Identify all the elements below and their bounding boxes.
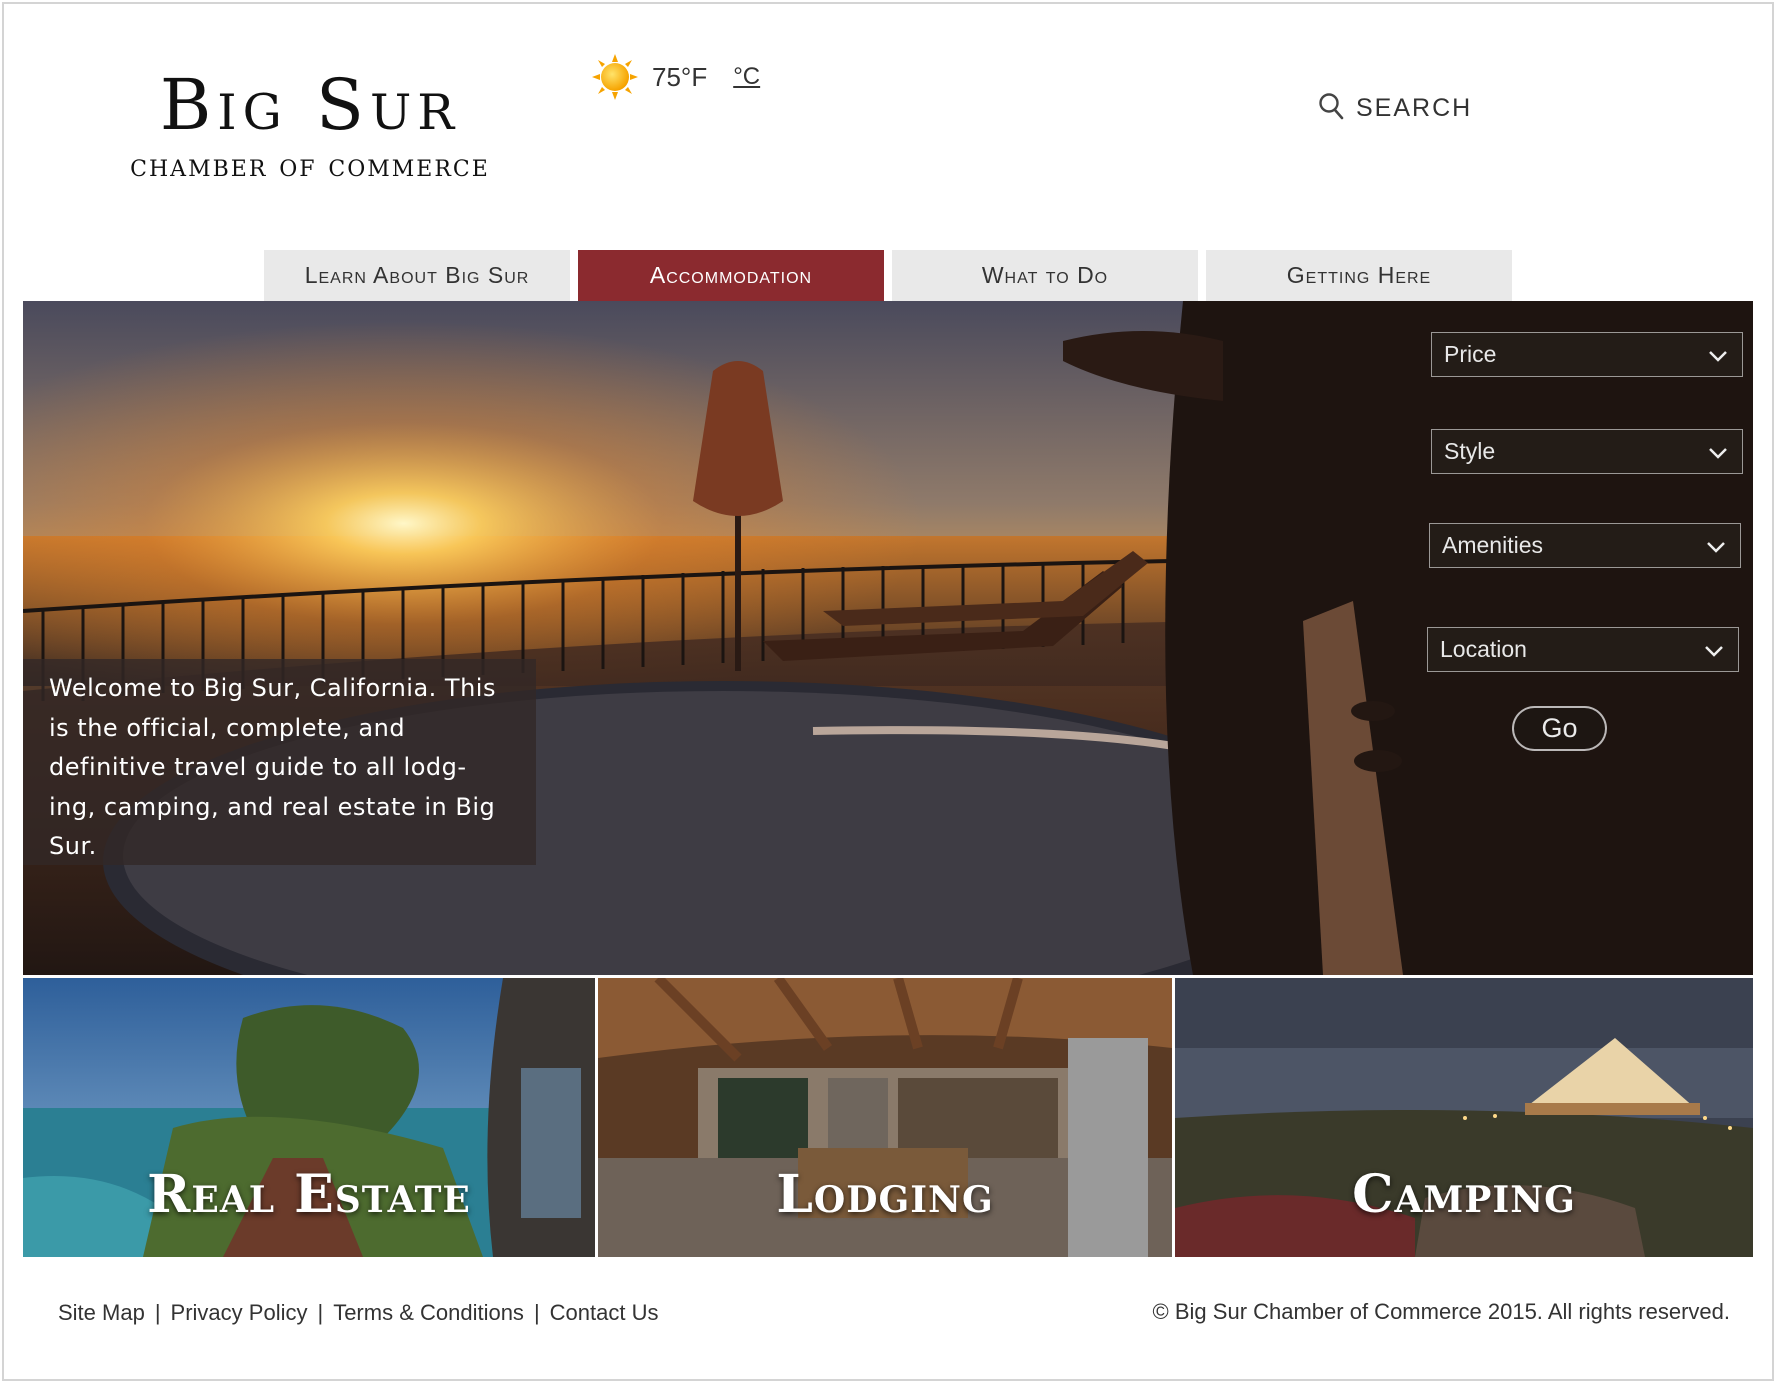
location-select[interactable]: Location (1427, 627, 1739, 672)
temperature-value: 75°F (652, 61, 708, 92)
chevron-down-icon (1708, 341, 1728, 368)
tab-what-to-do[interactable]: What to Do (892, 250, 1198, 301)
chevron-down-icon (1706, 532, 1726, 559)
footer-link-terms[interactable]: Terms & Conditions (333, 1300, 524, 1326)
footer-separator: | (154, 1300, 161, 1325)
footer-link-site-map[interactable]: Site Map (58, 1300, 145, 1326)
footer-separator: | (533, 1300, 540, 1325)
category-camping[interactable]: Camping (1175, 978, 1753, 1257)
chevron-down-icon (1708, 438, 1728, 465)
category-lodging[interactable]: Lodging (598, 978, 1172, 1257)
price-select[interactable]: Price (1431, 332, 1743, 377)
tab-learn-about-big-sur[interactable]: Learn About Big Sur (264, 250, 570, 301)
chevron-down-icon (1704, 636, 1724, 663)
welcome-text: Welcome to Big Sur, California. This is … (23, 659, 536, 865)
style-select[interactable]: Style (1431, 429, 1743, 474)
footer-link-privacy-policy[interactable]: Privacy Policy (171, 1300, 308, 1326)
go-button[interactable]: Go (1512, 706, 1607, 751)
weather-widget: 75°F °C (592, 54, 760, 100)
amenities-select[interactable]: Amenities (1429, 523, 1741, 568)
main-nav: Learn About Big Sur Accommodation What t… (264, 250, 1512, 301)
footer-separator: | (317, 1300, 324, 1325)
footer-link-contact-us[interactable]: Contact Us (550, 1300, 659, 1326)
footer-links: Site Map | Privacy Policy | Terms & Cond… (58, 1300, 658, 1326)
tab-getting-here[interactable]: Getting Here (1206, 250, 1512, 301)
style-select-label: Style (1444, 438, 1496, 464)
price-select-label: Price (1444, 341, 1497, 367)
location-select-label: Location (1440, 636, 1527, 662)
logo-subtitle: Chamber of Commerce (130, 148, 490, 184)
hero-banner: Welcome to Big Sur, California. This is … (23, 301, 1753, 975)
real-estate-label: Real Estate (147, 1164, 471, 1225)
logo-title: Big Sur (159, 64, 461, 146)
site-logo[interactable]: Big Sur Chamber of Commerce (60, 70, 560, 184)
celsius-toggle[interactable]: °C (733, 63, 760, 91)
search-icon (1318, 92, 1344, 124)
lodging-label: Lodging (776, 1164, 994, 1225)
category-real-estate[interactable]: Real Estate (23, 978, 595, 1257)
search-label: SEARCH (1356, 93, 1473, 122)
tab-accommodation[interactable]: Accommodation (578, 250, 884, 301)
sun-icon (592, 54, 638, 100)
amenities-select-label: Amenities (1442, 532, 1543, 558)
search-button[interactable]: SEARCH (1318, 92, 1472, 124)
camping-label: Camping (1352, 1164, 1576, 1225)
copyright-text: © Big Sur Chamber of Commerce 2015. All … (1152, 1299, 1730, 1324)
